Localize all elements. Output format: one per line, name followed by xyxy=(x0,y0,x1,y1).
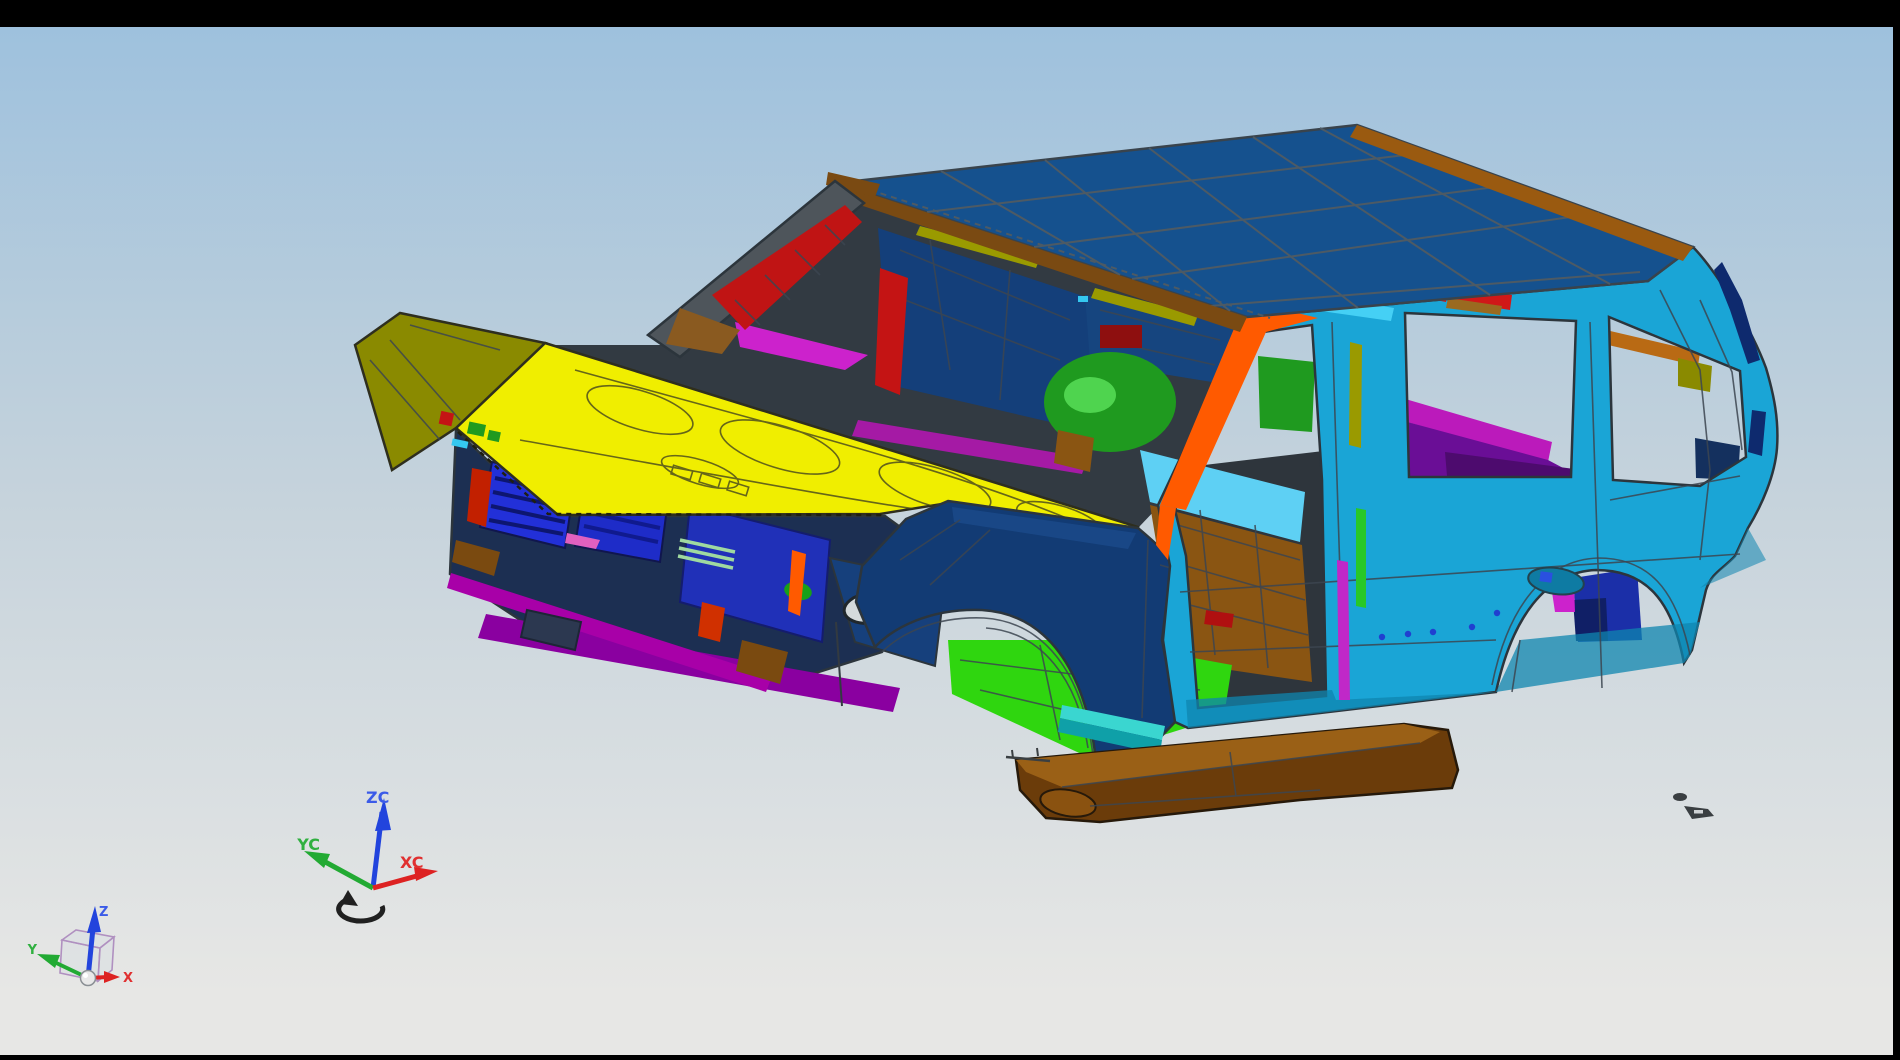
viewport-3d[interactable]: ZC YC XC Z Y X xyxy=(0,27,1893,1055)
red-mount-box[interactable] xyxy=(1100,325,1142,348)
abs-x-arrowhead xyxy=(104,971,120,983)
wcs-rotator-arrow xyxy=(340,890,358,906)
front-seat-right[interactable] xyxy=(1258,356,1315,432)
model-canvas[interactable]: ZC YC XC Z Y X xyxy=(0,0,1900,1060)
abs-triad[interactable]: Z Y X xyxy=(27,905,133,986)
wcs-z-label: ZC xyxy=(366,788,389,807)
abs-x-label: X xyxy=(123,971,133,986)
abs-origin-sphere-highlight xyxy=(83,973,88,978)
quarter-olive-plate[interactable] xyxy=(1678,358,1712,392)
cad-window: ZC YC XC Z Y X xyxy=(0,0,1900,1060)
b-pillar-green-stripe[interactable] xyxy=(1356,508,1366,608)
abs-y-arrowhead xyxy=(37,954,60,968)
wcs-triad[interactable]: ZC YC XC xyxy=(296,788,438,921)
fender-red-clip xyxy=(439,411,454,426)
wcs-x-label: XC xyxy=(400,853,424,872)
abs-z-label: Z xyxy=(99,905,108,920)
wcs-y-label: YC xyxy=(296,835,320,854)
b-pillar-olive-stripe[interactable] xyxy=(1349,342,1362,448)
abs-y-label: Y xyxy=(27,943,38,958)
door-handle-latch xyxy=(1539,571,1552,583)
b-pillar-magenta-stripe[interactable] xyxy=(1337,560,1350,700)
abs-origin-sphere xyxy=(81,971,96,986)
front-seat-left-highlight xyxy=(1064,377,1116,413)
cyan-clip-1 xyxy=(1078,296,1088,302)
